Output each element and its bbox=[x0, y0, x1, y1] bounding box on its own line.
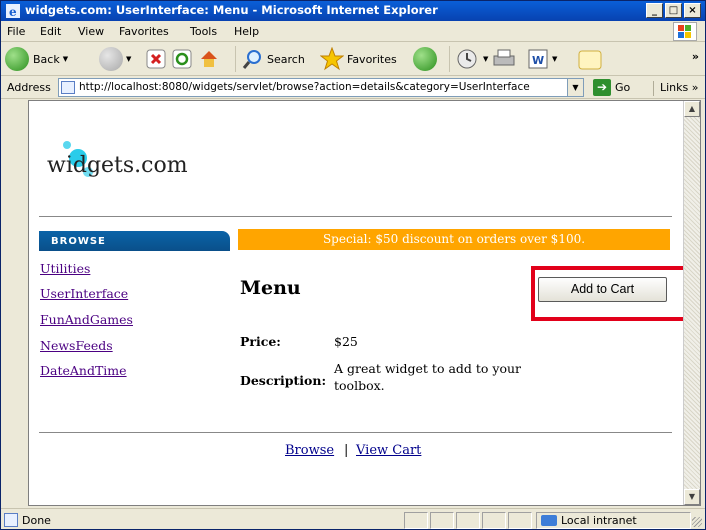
refresh-icon bbox=[172, 49, 192, 69]
site-logo[interactable]: widgets.com bbox=[47, 153, 188, 178]
footer-separator: | bbox=[344, 443, 349, 458]
window-title: widgets.com: UserInterface: Menu - Micro… bbox=[25, 3, 438, 17]
menu-edit[interactable]: Edit bbox=[40, 25, 61, 38]
chevron-down-icon[interactable]: ▼ bbox=[567, 79, 583, 96]
browse-header: BROWSE bbox=[39, 231, 230, 251]
history-button[interactable]: ▼ bbox=[449, 46, 488, 72]
go-button[interactable]: ➔ Go bbox=[593, 78, 630, 97]
description-label: Description: bbox=[240, 373, 327, 388]
stop-button[interactable] bbox=[146, 46, 166, 72]
security-zone: Local intranet bbox=[536, 512, 691, 529]
logo-dot bbox=[63, 141, 71, 149]
resize-grip-icon[interactable] bbox=[692, 517, 702, 527]
sidebar-item-utilities[interactable]: Utilities bbox=[40, 261, 90, 276]
status-text: Done bbox=[22, 514, 51, 527]
address-bar: Address http://localhost:8080/widgets/se… bbox=[1, 76, 705, 99]
scroll-down-icon[interactable]: ▼ bbox=[684, 489, 700, 505]
status-cell bbox=[404, 512, 428, 529]
stop-icon bbox=[146, 49, 166, 69]
page-done-icon bbox=[4, 513, 18, 527]
menu-help[interactable]: Help bbox=[234, 25, 259, 38]
back-arrow-icon bbox=[5, 47, 29, 71]
refresh-button[interactable] bbox=[172, 46, 192, 72]
minimize-button[interactable]: _ bbox=[646, 3, 663, 18]
print-button[interactable] bbox=[492, 46, 516, 72]
status-bar: Done Local intranet bbox=[1, 508, 705, 530]
messenger-button[interactable] bbox=[577, 46, 603, 72]
browser-window: e widgets.com: UserInterface: Menu - Mic… bbox=[0, 0, 706, 530]
favorites-button[interactable]: Favorites bbox=[320, 46, 397, 72]
home-icon bbox=[201, 51, 217, 67]
status-cell bbox=[482, 512, 506, 529]
search-icon bbox=[242, 50, 261, 69]
menu-favorites[interactable]: Favorites bbox=[119, 25, 169, 38]
word-icon: W bbox=[528, 49, 548, 69]
search-button[interactable]: Search bbox=[235, 46, 305, 72]
chevron-down-icon: ▼ bbox=[62, 55, 69, 63]
price-value: $25 bbox=[334, 334, 358, 349]
sidebar-item-dateandtime[interactable]: DateAndTime bbox=[40, 363, 127, 378]
star-icon bbox=[320, 47, 344, 71]
sidebar-item-newsfeeds[interactable]: NewsFeeds bbox=[40, 338, 113, 353]
status-cell bbox=[508, 512, 532, 529]
menu-bar: File Edit View Favorites Tools Help bbox=[1, 21, 705, 42]
chevron-down-icon: ▼ bbox=[126, 55, 132, 63]
promo-banner: Special: $50 discount on orders over $10… bbox=[238, 229, 670, 250]
go-arrow-icon: ➔ bbox=[593, 79, 611, 96]
toolbar-overflow-icon[interactable]: » bbox=[692, 50, 699, 63]
maximize-button[interactable]: □ bbox=[665, 3, 682, 18]
description-text-line2: toolbox. bbox=[334, 378, 385, 393]
sidebar-item-userinterface[interactable]: UserInterface bbox=[40, 286, 128, 301]
svg-text:W: W bbox=[532, 54, 544, 67]
svg-text:e: e bbox=[9, 5, 17, 18]
intranet-icon bbox=[541, 515, 557, 526]
ie-icon: e bbox=[6, 4, 20, 18]
page-icon bbox=[61, 81, 75, 94]
view-cart-link[interactable]: View Cart bbox=[356, 443, 421, 458]
status-cell bbox=[430, 512, 454, 529]
footer-divider bbox=[39, 432, 672, 433]
close-button[interactable]: × bbox=[684, 3, 701, 18]
menu-file[interactable]: File bbox=[7, 25, 25, 38]
chevron-down-icon: ▼ bbox=[552, 55, 558, 63]
media-button[interactable] bbox=[413, 46, 437, 72]
price-label: Price: bbox=[240, 334, 281, 349]
add-to-cart-button[interactable]: Add to Cart bbox=[538, 277, 667, 302]
description-text-line1: A great widget to add to your bbox=[334, 361, 522, 376]
printer-icon bbox=[493, 49, 515, 66]
folder-icon bbox=[578, 50, 602, 70]
home-button[interactable] bbox=[198, 46, 220, 72]
back-button[interactable]: Back ▼ bbox=[5, 46, 68, 72]
browse-link[interactable]: Browse bbox=[285, 443, 334, 458]
history-icon bbox=[457, 49, 477, 69]
address-input[interactable]: http://localhost:8080/widgets/servlet/br… bbox=[58, 78, 584, 97]
forward-button[interactable]: ▼ bbox=[99, 46, 131, 72]
header-divider bbox=[39, 216, 672, 217]
edit-button[interactable]: W ▼ bbox=[527, 46, 557, 72]
menu-view[interactable]: View bbox=[78, 25, 104, 38]
page-viewport: widgets.com BROWSE Special: $50 discount… bbox=[28, 100, 701, 506]
address-label: Address bbox=[7, 81, 51, 94]
status-cell bbox=[456, 512, 480, 529]
chevron-down-icon: ▼ bbox=[483, 55, 489, 63]
forward-arrow-icon bbox=[99, 47, 123, 71]
scroll-up-icon[interactable]: ▲ bbox=[684, 101, 700, 117]
menu-tools[interactable]: Tools bbox=[190, 25, 217, 38]
sidebar-item-funandgames[interactable]: FunAndGames bbox=[40, 312, 133, 327]
vertical-scrollbar[interactable]: ▲ ▼ bbox=[683, 101, 700, 505]
product-title: Menu bbox=[240, 277, 301, 299]
toolbar: Back ▼ ▼ Search Favorites ▼ W ▼ » bbox=[1, 42, 705, 76]
media-icon bbox=[413, 47, 437, 71]
title-bar: e widgets.com: UserInterface: Menu - Mic… bbox=[1, 1, 705, 21]
windows-logo-icon bbox=[673, 22, 697, 41]
address-url: http://localhost:8080/widgets/servlet/br… bbox=[79, 81, 530, 93]
links-button[interactable]: Links » bbox=[653, 81, 698, 96]
